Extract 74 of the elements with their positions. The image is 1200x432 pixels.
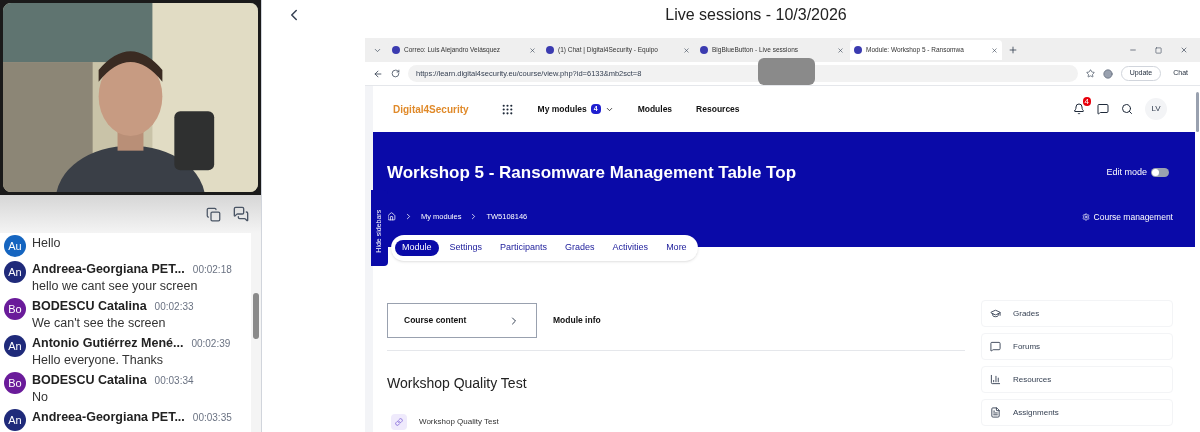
bell-icon[interactable] xyxy=(1073,103,1085,115)
document-icon xyxy=(990,407,1001,418)
settings-icon[interactable] xyxy=(1081,212,1090,221)
star-icon[interactable] xyxy=(1085,69,1095,78)
notification-badge: 4 xyxy=(1082,97,1091,106)
module-info-link[interactable]: Module info xyxy=(553,314,601,327)
edit-mode-toggle[interactable] xyxy=(1151,168,1169,178)
search-icon[interactable] xyxy=(1121,103,1133,115)
close-icon[interactable] xyxy=(683,46,690,54)
course-tab[interactable]: Participants xyxy=(493,240,555,256)
message-text: Hello xyxy=(32,235,61,251)
message-text: hello we cant see your screen xyxy=(32,278,199,294)
maximize-icon[interactable] xyxy=(1155,46,1162,54)
message-time: 00:03:35 xyxy=(192,411,232,425)
favicon xyxy=(546,46,554,54)
bar-chart-icon xyxy=(990,374,1001,385)
reload-icon[interactable] xyxy=(391,69,400,78)
close-icon[interactable] xyxy=(529,46,536,54)
course-tab[interactable]: More xyxy=(659,240,694,256)
message-time: 00:03:34 xyxy=(154,374,194,388)
nav-link[interactable]: Resources xyxy=(696,102,740,116)
copy-icon[interactable] xyxy=(206,206,221,222)
course-tab[interactable]: Settings xyxy=(442,240,490,256)
avatar: An xyxy=(4,261,26,283)
message-time: 00:02:39 xyxy=(191,337,231,351)
chat-icon[interactable] xyxy=(233,206,249,222)
sender-name: BODESCU Catalina xyxy=(32,372,147,388)
close-icon[interactable] xyxy=(837,46,844,54)
sender-name: Andreea-Georgiana PET... xyxy=(32,409,185,425)
redaction-block xyxy=(758,58,815,85)
home-icon[interactable] xyxy=(387,212,396,222)
graduation-cap-icon xyxy=(990,308,1001,319)
sender-name: Antonio Gutiérrez Mené... xyxy=(32,335,184,351)
close-icon[interactable] xyxy=(991,46,998,54)
edit-mode-label: Edit mode xyxy=(1106,166,1147,179)
sender-name: BODESCU Catalina xyxy=(32,298,147,314)
course-content-button[interactable]: Course content xyxy=(387,303,537,338)
course-title: Workshop 5 - Ransomware Management Table Top xyxy=(387,162,797,184)
user-avatar[interactable]: LV xyxy=(1145,98,1167,120)
message-text: No xyxy=(32,389,49,405)
section-title: Workshop Quality Test xyxy=(387,374,528,393)
avatar: An xyxy=(4,335,26,357)
back-icon[interactable] xyxy=(373,68,383,79)
profile-icon[interactable] xyxy=(1102,68,1113,79)
avatar: Bo xyxy=(4,298,26,320)
course-tab[interactable]: Module xyxy=(395,240,439,256)
chevron-icon xyxy=(404,212,413,222)
favicon xyxy=(854,46,862,54)
message-text: We can't see the screen xyxy=(32,315,167,331)
sidebar-link[interactable]: Grades xyxy=(981,300,1173,327)
sidebar-link[interactable]: Assignments xyxy=(981,399,1173,426)
avatar: Bo xyxy=(4,372,26,394)
sender-name: Andreea-Georgiana PET... xyxy=(32,261,185,277)
sidebar-link[interactable]: Forums xyxy=(981,333,1173,360)
message-text: Hello everyone. Thanks xyxy=(32,352,165,368)
link-icon xyxy=(391,414,407,430)
course-management-link[interactable]: Course management xyxy=(1093,210,1173,224)
close-icon[interactable] xyxy=(1180,46,1188,54)
course-tab[interactable]: Grades xyxy=(558,240,602,256)
messages-icon[interactable] xyxy=(1097,103,1109,115)
favicon xyxy=(392,46,400,54)
sidebar-link[interactable]: Resources xyxy=(981,366,1173,393)
app-grid-icon[interactable] xyxy=(500,102,514,116)
nav-link[interactable]: Modules xyxy=(637,102,673,116)
message-time: 00:02:18 xyxy=(192,263,232,277)
avatar: An xyxy=(4,409,26,431)
avatar: Au xyxy=(4,235,26,257)
activity-link[interactable]: Workshop Quality Test xyxy=(419,416,499,428)
session-title: Live sessions - 10/3/2026 xyxy=(664,5,847,25)
chat-bubble-icon xyxy=(990,341,1001,352)
course-tab[interactable]: Activities xyxy=(605,240,656,256)
new-tab-icon[interactable] xyxy=(1008,45,1018,55)
message-time: 00:02:33 xyxy=(154,300,194,314)
favicon xyxy=(700,46,708,54)
